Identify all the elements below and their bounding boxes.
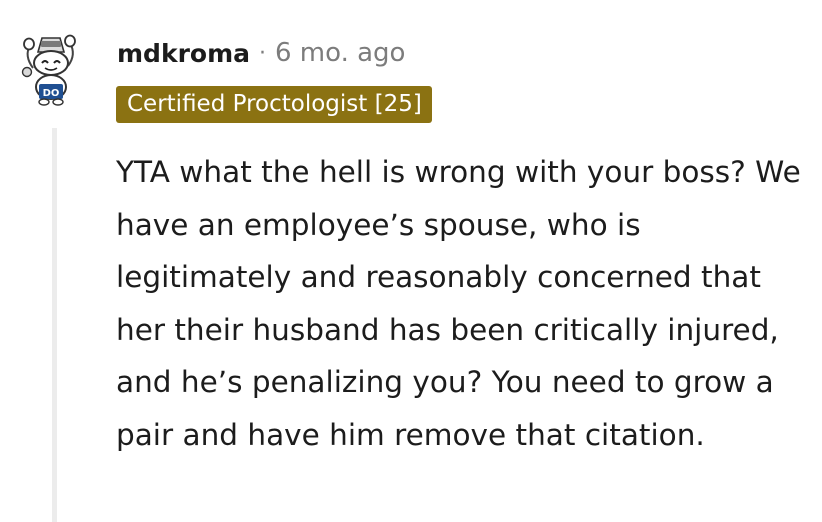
comment: DO mdkroma · 6 mo. ago Certified Proctol… bbox=[0, 0, 822, 522]
comment-header: mdkroma · 6 mo. ago bbox=[117, 33, 405, 73]
comment-timestamp[interactable]: 6 mo. ago bbox=[275, 38, 405, 68]
avatar-graphic: DO bbox=[21, 34, 76, 106]
snoo-avatar-icon[interactable]: DO bbox=[16, 30, 86, 108]
avatar-badge-text: DO bbox=[43, 88, 60, 99]
username-link[interactable]: mdkroma bbox=[117, 39, 250, 68]
meta-separator: · bbox=[259, 40, 266, 66]
thread-line[interactable] bbox=[52, 128, 57, 522]
user-flair[interactable]: Certified Proctologist [25] bbox=[116, 86, 432, 123]
comment-body: YTA what the hell is wrong with your bos… bbox=[116, 155, 801, 452]
